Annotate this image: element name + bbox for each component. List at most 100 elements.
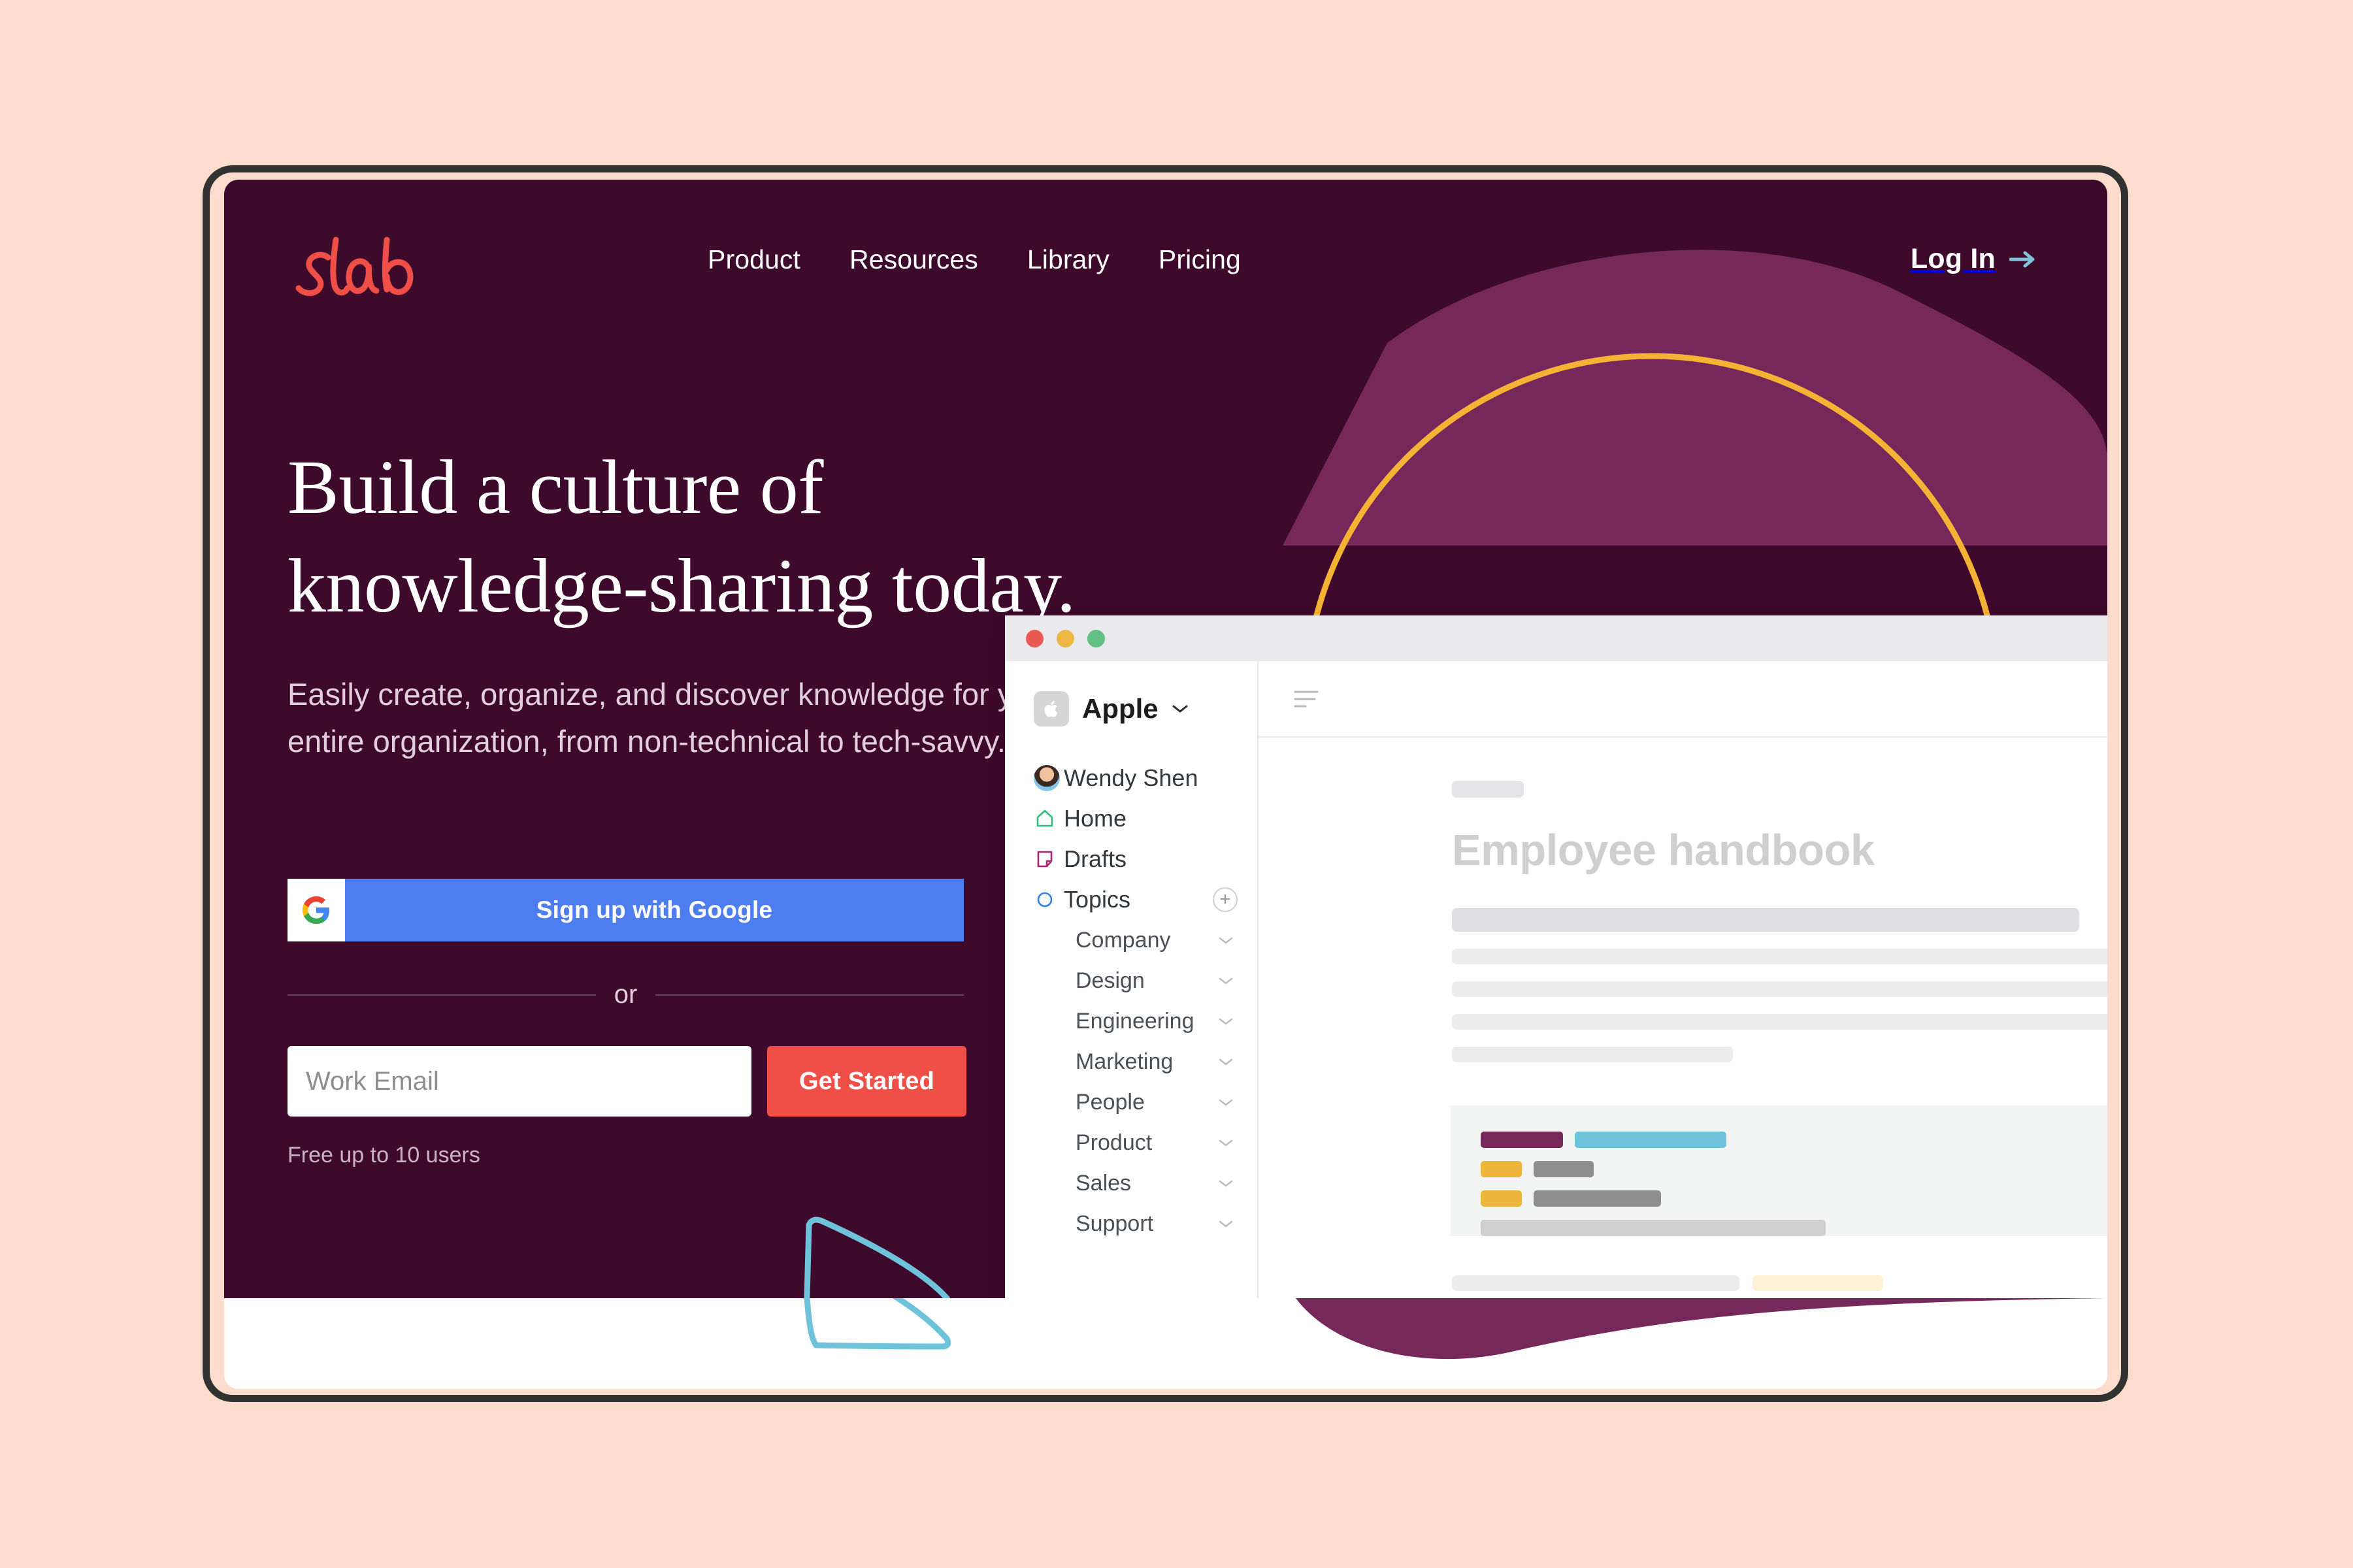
- window-close-button[interactable]: [1026, 629, 1044, 647]
- home-icon: [1034, 808, 1064, 830]
- sidebar-user-name: Wendy Shen: [1064, 764, 1198, 791]
- hero-section: Product Resources Library Pricing Log In…: [224, 180, 2107, 1298]
- plum-wave-overflow: [1296, 1298, 2107, 1360]
- topic-item-design[interactable]: Design: [1005, 960, 1257, 1001]
- app-body: Apple Wendy Shen Home Drafts Topics + Co…: [1005, 661, 2107, 1298]
- get-started-button[interactable]: Get Started: [767, 1046, 966, 1117]
- chevron-down-icon[interactable]: [1218, 1098, 1234, 1107]
- doc-line-placeholder: [1452, 981, 2107, 997]
- doc-highlight-placeholder: [1752, 1275, 1883, 1291]
- topic-label: Support: [1076, 1211, 1154, 1236]
- topic-item-product[interactable]: Product: [1005, 1122, 1257, 1163]
- nav-links: Product Resources Library Pricing: [708, 244, 1241, 275]
- chevron-down-icon: [1172, 705, 1188, 713]
- code-chip: [1534, 1161, 1594, 1177]
- topic-label: Marketing: [1076, 1049, 1174, 1074]
- chevron-down-icon[interactable]: [1218, 1057, 1234, 1067]
- text-align-left-icon[interactable]: [1292, 686, 1323, 712]
- chevron-down-icon[interactable]: [1218, 936, 1234, 945]
- document-kicker-placeholder: [1452, 781, 1524, 798]
- nav-link-product[interactable]: Product: [708, 244, 800, 275]
- chevron-down-icon[interactable]: [1218, 1017, 1234, 1026]
- code-chip: [1481, 1132, 1563, 1148]
- work-email-input[interactable]: [288, 1046, 751, 1117]
- sidebar-item-drafts[interactable]: Drafts: [1005, 839, 1257, 879]
- divider-line-right: [655, 994, 964, 996]
- doc-line-row: [1452, 1275, 2107, 1291]
- nav-link-pricing[interactable]: Pricing: [1159, 244, 1241, 275]
- arrow-right-icon: [2009, 251, 2035, 267]
- bottom-strip-decorations: [804, 1298, 2107, 1360]
- sidebar-item-label: Topics: [1064, 886, 1131, 913]
- code-chip: [1481, 1220, 1826, 1236]
- document-content: Employee handbook: [1259, 738, 2107, 1298]
- doc-heading-placeholder: [1452, 908, 2079, 932]
- page-title: Build a culture of knowledge-sharing tod…: [288, 444, 1076, 629]
- sign-up-with-google-button[interactable]: Sign up with Google: [288, 879, 964, 941]
- window-maximize-button[interactable]: [1087, 629, 1105, 647]
- topic-item-company[interactable]: Company: [1005, 920, 1257, 960]
- topic-item-sales[interactable]: Sales: [1005, 1163, 1257, 1203]
- doc-line-placeholder: [1452, 1014, 2107, 1030]
- divider-line-left: [288, 994, 596, 996]
- nav-link-library[interactable]: Library: [1027, 244, 1110, 275]
- document-toolbar: [1259, 661, 2107, 738]
- chevron-down-icon[interactable]: [1218, 1179, 1234, 1188]
- draft-document-icon: [1034, 848, 1064, 870]
- doc-line-placeholder: [1452, 949, 2107, 964]
- document-tail: [1452, 1275, 2107, 1298]
- code-chip: [1575, 1132, 1726, 1148]
- code-line: [1481, 1220, 2107, 1236]
- teal-triangle-overflow: [804, 1298, 951, 1350]
- chevron-down-icon[interactable]: [1218, 1138, 1234, 1148]
- sidebar-item-label: Drafts: [1064, 845, 1127, 872]
- google-g-icon: [288, 879, 345, 941]
- page-bottom-strip: [224, 1298, 2107, 1389]
- app-sidebar: Apple Wendy Shen Home Drafts Topics + Co…: [1005, 661, 1259, 1298]
- topic-label: Sales: [1076, 1170, 1132, 1196]
- chevron-down-icon[interactable]: [1218, 1219, 1234, 1229]
- topic-label: Engineering: [1076, 1008, 1194, 1034]
- topic-item-people[interactable]: People: [1005, 1082, 1257, 1122]
- chevron-down-icon[interactable]: [1218, 976, 1234, 986]
- add-topic-button[interactable]: +: [1213, 887, 1238, 912]
- or-divider: or: [288, 980, 964, 1009]
- google-button-label: Sign up with Google: [536, 896, 773, 923]
- workspace-name: Apple: [1082, 693, 1159, 724]
- code-chip: [1481, 1161, 1522, 1177]
- app-titlebar: [1005, 615, 2107, 661]
- nav-link-resources[interactable]: Resources: [849, 244, 978, 275]
- sidebar-item-label: Home: [1064, 805, 1127, 832]
- code-block-placeholder: [1451, 1105, 2107, 1236]
- navbar: Product Resources Library Pricing Log In: [224, 180, 2107, 343]
- doc-line-placeholder: [1452, 1275, 1739, 1291]
- topic-item-engineering[interactable]: Engineering: [1005, 1001, 1257, 1041]
- sidebar-item-topics[interactable]: Topics +: [1005, 879, 1257, 920]
- email-signup-row: Get Started: [288, 1046, 967, 1117]
- window-minimize-button[interactable]: [1057, 629, 1074, 647]
- code-chip: [1534, 1190, 1661, 1207]
- code-chip: [1481, 1190, 1522, 1207]
- topic-label: Design: [1076, 968, 1145, 993]
- login-link[interactable]: Log In: [1911, 243, 2037, 275]
- teal-triangle-outline: [804, 1217, 951, 1298]
- login-label: Log In: [1910, 243, 1996, 274]
- topic-label: Company: [1076, 927, 1171, 953]
- user-avatar: [1034, 765, 1064, 791]
- sidebar-item-home[interactable]: Home: [1005, 798, 1257, 839]
- signup-area: Sign up with Google or Get Started Free …: [288, 879, 967, 1168]
- topic-label: Product: [1076, 1130, 1153, 1155]
- browser-window: Product Resources Library Pricing Log In…: [224, 180, 2107, 1389]
- divider-label: or: [614, 980, 638, 1009]
- code-line: [1481, 1190, 2107, 1207]
- topic-label: People: [1076, 1089, 1145, 1115]
- workspace-switcher[interactable]: Apple: [1005, 691, 1257, 727]
- circle-icon: [1034, 889, 1064, 911]
- app-mockup-window: Apple Wendy Shen Home Drafts Topics + Co…: [1005, 615, 2107, 1298]
- doc-line-placeholder: [1452, 1047, 1733, 1062]
- apple-logo-icon: [1034, 691, 1069, 727]
- topic-item-marketing[interactable]: Marketing: [1005, 1041, 1257, 1082]
- slab-logo[interactable]: [288, 231, 425, 302]
- topic-item-support[interactable]: Support: [1005, 1203, 1257, 1244]
- sidebar-item-user[interactable]: Wendy Shen: [1005, 758, 1257, 798]
